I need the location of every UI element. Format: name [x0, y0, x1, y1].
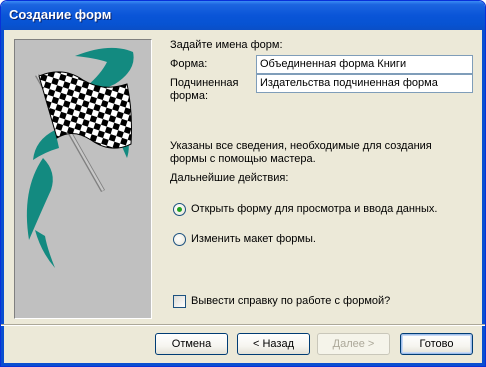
window-frame-left: [1, 30, 4, 366]
window-frame-right: [482, 30, 485, 366]
finish-button[interactable]: Готово: [400, 333, 473, 355]
info-line-1: Указаны все сведения, необходимые для со…: [170, 140, 432, 152]
modify-layout-option[interactable]: Изменить макет формы.: [173, 231, 316, 247]
dialog-window: Создание форм Задайте имена форм: Форма:…: [0, 0, 486, 367]
open-form-radio[interactable]: [173, 202, 186, 216]
title-bar[interactable]: Создание форм: [1, 1, 485, 30]
help-checkbox[interactable]: [173, 294, 186, 308]
modify-layout-radio[interactable]: [173, 232, 186, 246]
open-form-label[interactable]: Открыть форму для просмотра и ввода данн…: [191, 203, 437, 215]
form-name-input[interactable]: Объединенная форма Книги: [256, 55, 473, 74]
help-checkbox-label[interactable]: Вывести справку по работе с формой?: [191, 295, 390, 307]
modify-layout-label[interactable]: Изменить макет формы.: [191, 233, 316, 245]
open-form-option[interactable]: Открыть форму для просмотра и ввода данн…: [173, 201, 437, 217]
subform-name-label-line1: Подчиненная: [170, 77, 239, 89]
button-divider: [1, 324, 485, 326]
next-button[interactable]: Далее >: [317, 333, 390, 355]
checkered-flag-icon: [26, 47, 134, 268]
next-actions-label: Дальнейшие действия:: [170, 172, 289, 184]
window-title: Создание форм: [9, 7, 112, 22]
wizard-picture: [14, 39, 152, 319]
subform-name-input[interactable]: Издательства подчиненная форма: [256, 74, 473, 93]
info-line-2: формы с помощью мастера.: [170, 153, 316, 165]
subform-name-label-line2: форма:: [170, 90, 209, 102]
form-name-label: Форма:: [170, 58, 208, 70]
window-frame-bottom: [1, 363, 485, 366]
instructions-text: Задайте имена форм:: [170, 39, 283, 51]
help-option[interactable]: Вывести справку по работе с формой?: [173, 293, 390, 309]
back-button[interactable]: < Назад: [237, 333, 310, 355]
cancel-button[interactable]: Отмена: [155, 333, 228, 355]
